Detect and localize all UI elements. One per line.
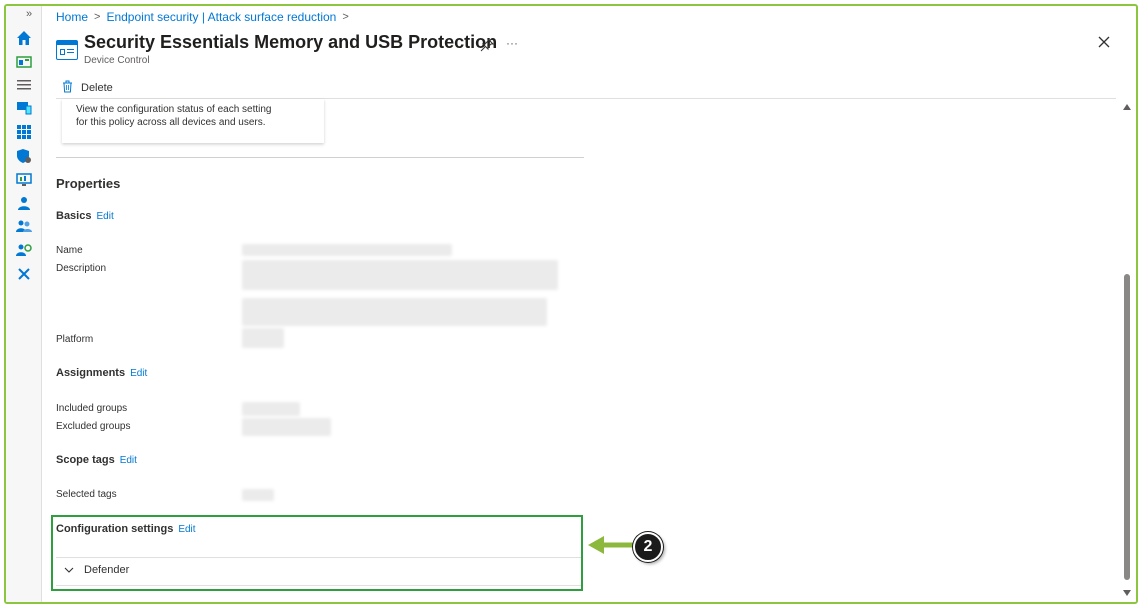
- chevron-down-icon[interactable]: [64, 564, 74, 576]
- assignments-edit-link[interactable]: Edit: [130, 368, 147, 379]
- policy-icon: [56, 40, 78, 60]
- vertical-scrollbar[interactable]: [1120, 100, 1134, 600]
- groups-icon[interactable]: [16, 218, 32, 234]
- defender-accordion[interactable]: Defender: [64, 564, 129, 576]
- card-description-line1: View the configuration status of each se…: [76, 104, 272, 115]
- breadcrumb-separator-icon: >: [342, 11, 349, 23]
- basics-section-header: Basics Edit: [56, 210, 114, 222]
- selected-tags-value-redacted: [242, 489, 274, 501]
- properties-heading: Properties: [56, 176, 121, 191]
- scroll-down-icon[interactable]: [1123, 590, 1131, 596]
- reports-icon[interactable]: [16, 172, 32, 188]
- basics-edit-link[interactable]: Edit: [96, 211, 113, 222]
- scope-tags-heading: Scope tags: [56, 454, 115, 466]
- all-services-icon[interactable]: [16, 77, 32, 93]
- name-value-redacted: [242, 244, 452, 256]
- excluded-groups-value-redacted: [242, 418, 331, 436]
- more-options-icon[interactable]: ···: [506, 36, 518, 50]
- selected-tags-label: Selected tags: [56, 489, 117, 500]
- users-icon[interactable]: [16, 195, 32, 211]
- assignments-section-header: Assignments Edit: [56, 367, 147, 379]
- left-nav-rail: »: [6, 6, 42, 602]
- dashboard-icon[interactable]: [16, 54, 32, 70]
- app-window: » Home > Endpoint security | Attack surf…: [4, 4, 1138, 604]
- platform-value-redacted: [242, 328, 284, 348]
- accordion-top-border: [56, 557, 581, 558]
- scope-tags-edit-link[interactable]: Edit: [120, 455, 137, 466]
- troubleshooting-icon[interactable]: [16, 266, 32, 282]
- description-value-redacted: [242, 260, 558, 290]
- scrollbar-thumb[interactable]: [1124, 274, 1130, 580]
- platform-label: Platform: [56, 334, 94, 345]
- devices-icon[interactable]: [16, 100, 32, 116]
- command-bar: Delete: [62, 80, 113, 96]
- annotation-arrow-icon: [588, 536, 636, 554]
- card-description-line2: for this policy across all devices and u…: [76, 117, 266, 128]
- breadcrumb: Home > Endpoint security | Attack surfac…: [56, 10, 349, 24]
- assignments-heading: Assignments: [56, 367, 126, 379]
- breadcrumb-separator-icon: >: [94, 11, 101, 23]
- name-label: Name: [56, 245, 83, 256]
- breadcrumb-endpoint-link[interactable]: Endpoint security | Attack surface reduc…: [106, 10, 336, 24]
- expand-rail-icon[interactable]: »: [26, 8, 32, 20]
- device-status-card[interactable]: View the configuration status of each se…: [62, 99, 324, 143]
- page-title: Security Essentials Memory and USB Prote…: [84, 32, 498, 52]
- included-groups-label: Included groups: [56, 403, 128, 414]
- configuration-heading: Configuration settings: [56, 523, 174, 535]
- pin-icon[interactable]: [480, 37, 495, 52]
- delete-button[interactable]: Delete: [81, 82, 113, 94]
- configuration-section-header: Configuration settings Edit: [56, 523, 196, 535]
- description-label: Description: [56, 263, 107, 274]
- basics-heading: Basics: [56, 210, 92, 222]
- home-icon[interactable]: [16, 30, 32, 46]
- breadcrumb-home-link[interactable]: Home: [56, 10, 88, 24]
- close-icon[interactable]: [1096, 34, 1112, 50]
- page-subtitle: Device Control: [84, 55, 150, 66]
- section-divider: [56, 157, 584, 158]
- scope-tags-section-header: Scope tags Edit: [56, 454, 137, 466]
- step-number-badge: 2: [633, 532, 663, 562]
- defender-accordion-label: Defender: [84, 564, 130, 576]
- configuration-edit-link[interactable]: Edit: [178, 524, 195, 535]
- included-groups-value-redacted: [242, 402, 300, 416]
- scroll-up-icon[interactable]: [1123, 104, 1131, 110]
- tenant-admin-icon[interactable]: [16, 242, 32, 258]
- apps-icon[interactable]: [16, 124, 32, 140]
- accordion-bottom-border: [56, 585, 581, 586]
- description-value-redacted: [242, 298, 547, 326]
- delete-icon[interactable]: [62, 80, 73, 96]
- excluded-groups-label: Excluded groups: [56, 421, 131, 432]
- endpoint-security-icon[interactable]: [16, 148, 32, 164]
